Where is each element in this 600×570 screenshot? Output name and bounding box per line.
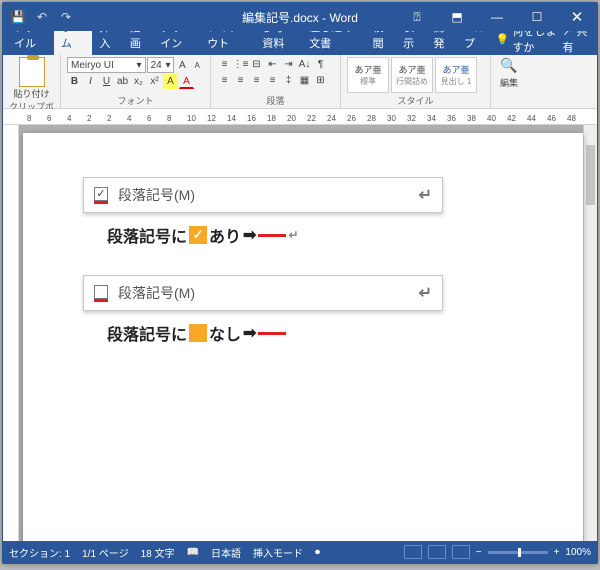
undo-icon[interactable]: ↶: [31, 6, 53, 28]
word-window: 💾 ↶ ↷ 編集記号.docx - Word ⍰ ⬒ ― ☐ ✕ ファイル ホー…: [2, 2, 598, 564]
status-words[interactable]: 18 文字: [141, 545, 175, 560]
find-icon[interactable]: 🔍: [500, 57, 517, 74]
minimize-button[interactable]: ―: [477, 3, 517, 31]
window-controls: ⍰ ⬒ ― ☐ ✕: [397, 3, 597, 31]
view-read-button[interactable]: [404, 545, 422, 559]
arrow-right-icon: ➡: [243, 323, 256, 343]
clipboard-group: 貼り付け クリップボード: [3, 55, 61, 108]
statusbar: セクション: 1 1/1 ページ 18 文字 📖 日本語 挿入モード ⏺ − +…: [3, 541, 597, 563]
strike-button[interactable]: ab: [115, 74, 130, 89]
option-label: 段落記号(M): [118, 283, 195, 303]
titlebar: 💾 ↶ ↷ 編集記号.docx - Word ⍰ ⬒ ― ☐ ✕: [3, 3, 597, 31]
grow-font-button[interactable]: A: [175, 58, 189, 73]
font-color-button[interactable]: A: [179, 74, 194, 89]
ribbon-display-button[interactable]: ⬒: [437, 3, 477, 31]
bold-button[interactable]: B: [67, 74, 82, 89]
result-checked: 段落記号に ✓ あり ➡ ↵: [107, 223, 547, 247]
pilcrow-icon: ↵: [419, 185, 432, 205]
shading-button[interactable]: ▦: [297, 73, 312, 88]
show-marks-button[interactable]: ¶: [313, 57, 328, 72]
font-group-label: フォント: [67, 94, 204, 107]
redo-icon[interactable]: ↷: [55, 6, 77, 28]
paste-label: 貼り付け: [13, 87, 49, 100]
font-size-combo[interactable]: 24▾: [147, 57, 175, 73]
status-language[interactable]: 日本語: [211, 545, 241, 560]
horizontal-ruler[interactable]: 8642246810121416182022242628303234363840…: [3, 109, 597, 125]
vertical-ruler[interactable]: [3, 125, 19, 541]
red-underline: [258, 234, 286, 237]
editing-group: 🔍 編集: [491, 55, 527, 108]
style-nospace[interactable]: あア亜行間詰め: [391, 57, 433, 93]
arrow-right-icon: ➡: [243, 225, 256, 245]
vertical-scrollbar[interactable]: [583, 125, 597, 541]
justify-button[interactable]: ≡: [265, 73, 280, 88]
document-title: 編集記号.docx - Word: [242, 9, 358, 26]
zoom-in-button[interactable]: +: [554, 547, 560, 558]
option-label: 段落記号(M): [118, 185, 195, 205]
scroll-thumb[interactable]: [586, 145, 595, 205]
outdent-button[interactable]: ⇤: [265, 57, 280, 72]
red-underline: [258, 332, 286, 335]
checkbox-checked[interactable]: ✓: [94, 187, 108, 201]
document-area: ✓ 段落記号(M) ↵ 段落記号に ✓ あり ➡ ↵ 段落記号(M) ↵: [3, 125, 597, 541]
orange-checkbox-icon: ✓: [189, 226, 207, 244]
status-lang-icon[interactable]: 📖: [187, 547, 199, 558]
option-paragraph-mark-unchecked: 段落記号(M) ↵: [83, 275, 443, 311]
status-section[interactable]: セクション: 1: [9, 545, 70, 560]
sort-button[interactable]: A↓: [297, 57, 312, 72]
sup-button[interactable]: x²: [147, 74, 162, 89]
pilcrow-mark: ↵: [288, 228, 298, 242]
checkbox-checked-highlight: ✓: [94, 187, 108, 204]
multilevel-button[interactable]: ⊟: [249, 57, 264, 72]
zoom-level[interactable]: 100%: [565, 547, 591, 558]
align-left-button[interactable]: ≡: [217, 73, 232, 88]
view-web-button[interactable]: [452, 545, 470, 559]
help-button[interactable]: ⍰: [397, 3, 437, 31]
maximize-button[interactable]: ☐: [517, 3, 557, 31]
underline-button[interactable]: U: [99, 74, 114, 89]
style-heading1[interactable]: あア亜見出し 1: [435, 57, 477, 93]
status-page[interactable]: 1/1 ページ: [82, 545, 128, 560]
view-print-button[interactable]: [428, 545, 446, 559]
numbering-button[interactable]: ⋮≡: [233, 57, 248, 72]
checkbox-unchecked-highlight: [94, 285, 108, 302]
font-name-combo[interactable]: Meiryo UI▾: [67, 57, 146, 73]
page: ✓ 段落記号(M) ↵ 段落記号に ✓ あり ➡ ↵ 段落記号(M) ↵: [23, 133, 583, 541]
lightbulb-icon: 💡: [496, 33, 510, 46]
edit-label: 編集: [500, 76, 518, 89]
highlight-button[interactable]: A: [163, 74, 178, 89]
indent-button[interactable]: ⇥: [281, 57, 296, 72]
align-right-button[interactable]: ≡: [249, 73, 264, 88]
checkbox-unchecked[interactable]: [94, 285, 108, 299]
zoom-slider[interactable]: [488, 551, 548, 554]
pilcrow-icon: ↵: [419, 283, 432, 303]
styles-group: あア亜標準 あア亜行間詰め あア亜見出し 1 スタイル: [341, 55, 491, 108]
orange-empty-icon: [189, 324, 207, 342]
bullets-button[interactable]: ≡: [217, 57, 232, 72]
styles-group-label: スタイル: [347, 94, 484, 107]
ribbon-tabs: ファイル ホーム 挿入 描画 デザイン レイアウト 参考資料 差し込み文書 校閲…: [3, 31, 597, 55]
status-mode[interactable]: 挿入モード: [253, 545, 303, 560]
font-group: Meiryo UI▾ 24▾ A A B I U ab x₂ x² A A フォ…: [61, 55, 211, 108]
italic-button[interactable]: I: [83, 74, 98, 89]
line-spacing-button[interactable]: ‡: [281, 73, 296, 88]
paragraph-group-label: 段落: [217, 94, 334, 107]
close-button[interactable]: ✕: [557, 3, 597, 31]
shrink-font-button[interactable]: A: [190, 58, 204, 73]
sub-button[interactable]: x₂: [131, 74, 146, 89]
save-icon[interactable]: 💾: [7, 6, 29, 28]
paragraph-group: ≡ ⋮≡ ⊟ ⇤ ⇥ A↓ ¶ ≡ ≡ ≡ ≡ ‡ ▦ ⊞: [211, 55, 341, 108]
borders-button[interactable]: ⊞: [313, 73, 328, 88]
status-record[interactable]: ⏺: [315, 547, 320, 558]
style-normal[interactable]: あア亜標準: [347, 57, 389, 93]
quick-access: 💾 ↶ ↷: [3, 6, 77, 28]
zoom-out-button[interactable]: −: [476, 547, 482, 558]
align-center-button[interactable]: ≡: [233, 73, 248, 88]
paste-icon[interactable]: [19, 57, 45, 87]
option-paragraph-mark-checked: ✓ 段落記号(M) ↵: [83, 177, 443, 213]
result-unchecked: 段落記号に なし ➡: [107, 321, 547, 345]
ribbon-home: 貼り付け クリップボード Meiryo UI▾ 24▾ A A B I U ab…: [3, 55, 597, 109]
